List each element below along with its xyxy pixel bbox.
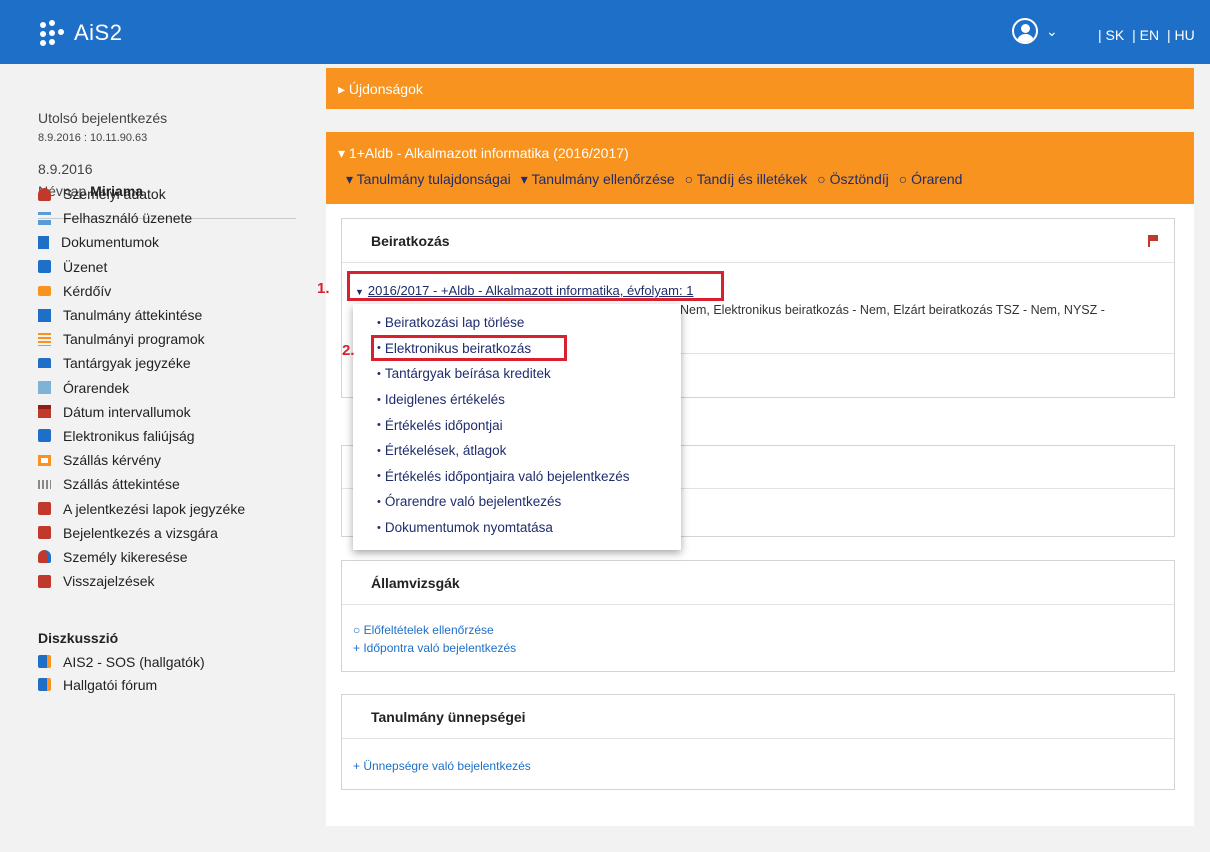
- org-chart-icon: [38, 211, 51, 225]
- menu-item-print-documents[interactable]: Dokumentumok nyomtatása: [353, 515, 681, 541]
- chat-icon: [38, 655, 51, 668]
- list-icon: [38, 332, 51, 346]
- step-label-2: 2.: [342, 342, 355, 359]
- lang-hu[interactable]: | HU: [1167, 27, 1195, 43]
- last-login-label: Utolsó bejelentkezés: [38, 110, 168, 126]
- person-search-icon: [38, 550, 51, 564]
- ceremonies-title: Tanulmány ünnepségei: [342, 695, 1174, 739]
- prerequisites-check-link[interactable]: ○ Előfeltételek ellenőrzése: [353, 623, 494, 637]
- course-title[interactable]: ▾ 1+Aldb - Alkalmazott informatika (2016…: [338, 145, 629, 162]
- app-name: AiS2: [74, 20, 123, 45]
- discussion-title: Diszkusszió: [38, 630, 119, 646]
- highlight-box-electronic-enrollment: [371, 335, 567, 361]
- menu-item-temporary-evaluation[interactable]: Ideiglenes értékelés: [353, 387, 681, 413]
- language-switcher: | SK | EN | HU: [1096, 27, 1197, 43]
- study-info-text: Nem, Elektronikus beiratkozás - Nem, Elz…: [680, 303, 1105, 317]
- sidebar-item-message[interactable]: Üzenet: [38, 255, 245, 279]
- sidebar-item-user-message[interactable]: Felhasználó üzenete: [38, 206, 245, 230]
- timetable-icon: [38, 381, 51, 395]
- sidebar-item-timetables[interactable]: Órarendek: [38, 376, 245, 400]
- books-icon: [38, 358, 51, 369]
- sidebar-item-application-forms[interactable]: A jelentkezési lapok jegyzéke: [38, 496, 245, 520]
- lang-en[interactable]: | EN: [1132, 27, 1159, 43]
- book-icon: [38, 308, 51, 322]
- user-menu[interactable]: ⌄: [1012, 18, 1058, 44]
- person-icon: [38, 187, 51, 201]
- calendar-icon: [38, 405, 51, 419]
- discussion-list: AIS2 - SOS (hallgatók) Hallgatói fórum: [38, 650, 205, 696]
- lang-sk[interactable]: | SK: [1098, 27, 1124, 43]
- tab-scholarship[interactable]: ○ Ösztöndíj: [817, 171, 888, 188]
- discussion-item-forum[interactable]: Hallgatói fórum: [38, 673, 205, 696]
- e-board-icon: [38, 429, 51, 443]
- document-icon: [38, 235, 49, 249]
- grid-icon: [38, 479, 51, 489]
- ceremonies-card: Tanulmány ünnepségei + Ünnepségre való b…: [341, 694, 1175, 790]
- menu-item-evaluation-date-registration[interactable]: Értékelés időpontjaira való bejelentkezé…: [353, 464, 681, 490]
- menu-item-evaluation-dates[interactable]: Értékelés időpontjai: [353, 412, 681, 438]
- sidebar-item-date-intervals[interactable]: Dátum intervallumok: [38, 400, 245, 424]
- appointment-registration-link[interactable]: + Időpontra való bejelentkezés: [353, 641, 516, 655]
- message-icon: [38, 260, 51, 274]
- tab-study-properties[interactable]: ▾ Tanulmány tulajdonságai: [346, 171, 511, 188]
- step-label-1: 1.: [317, 280, 330, 297]
- tab-timetable[interactable]: ○ Órarend: [899, 171, 963, 188]
- state-exams-card: Államvizsgák ○ Előfeltételek ellenőrzése…: [341, 560, 1175, 672]
- user-avatar-icon: [1012, 18, 1038, 44]
- sidebar-item-feedback[interactable]: Visszajelzések: [38, 569, 245, 593]
- menu-item-course-credits[interactable]: Tantárgyak beírása kreditek: [353, 361, 681, 387]
- sidebar-item-study-programs[interactable]: Tanulmányi programok: [38, 327, 245, 351]
- enrollment-title: Beiratkozás: [342, 219, 1174, 263]
- sidebar-item-person-search[interactable]: Személy kikeresése: [38, 545, 245, 569]
- logo-dots-icon: [38, 18, 68, 48]
- briefcase-icon: [38, 285, 51, 296]
- discussion-item-sos[interactable]: AIS2 - SOS (hallgatók): [38, 650, 205, 673]
- sidebar-item-courses-list[interactable]: Tantárgyak jegyzéke: [38, 351, 245, 375]
- sidebar-item-accommodation-overview[interactable]: Szállás áttekintése: [38, 472, 245, 496]
- last-login-time: 8.9.2016 : 10.11.90.63: [38, 132, 148, 144]
- ceremony-registration-link[interactable]: + Ünnepségre való bejelentkezés: [353, 759, 531, 773]
- current-date: 8.9.2016: [38, 161, 93, 177]
- sidebar-item-study-overview[interactable]: Tanulmány áttekintése: [38, 303, 245, 327]
- sidebar-item-documents[interactable]: Dokumentumok: [38, 230, 245, 254]
- app-logo[interactable]: AiS2: [38, 18, 122, 48]
- flag-icon[interactable]: [1148, 235, 1158, 247]
- sidebar-item-accommodation-request[interactable]: Szállás kérvény: [38, 448, 245, 472]
- feedback-icon: [38, 574, 51, 588]
- monitor-icon: [38, 454, 51, 466]
- sidebar-menu: Személyi adatok Felhasználó üzenete Doku…: [38, 182, 245, 593]
- form-icon: [38, 502, 51, 516]
- exam-icon: [38, 526, 51, 540]
- tab-study-check[interactable]: ▾ Tanulmány ellenőrzése: [521, 171, 675, 188]
- top-bar: AiS2 ⌄ | SK | EN | HU: [0, 0, 1210, 64]
- menu-item-delete-enrollment-form[interactable]: Beiratkozási lap törlése: [353, 310, 681, 336]
- menu-item-evaluations-averages[interactable]: Értékelések, átlagok: [353, 438, 681, 464]
- tab-tuition-fees[interactable]: ○ Tandíj és illetékek: [685, 171, 808, 188]
- sidebar-item-e-board[interactable]: Elektronikus faliújság: [38, 424, 245, 448]
- news-bar[interactable]: ▸ Újdonságok: [326, 68, 1194, 109]
- chat-icon: [38, 678, 51, 691]
- menu-item-timetable-registration[interactable]: Órarendre való bejelentkezés: [353, 489, 681, 515]
- course-links: ▾ Tanulmány tulajdonságai ▾ Tanulmány el…: [346, 171, 972, 188]
- highlight-box-study-link: [347, 271, 724, 301]
- chevron-down-icon: ⌄: [1046, 22, 1058, 39]
- sidebar-item-exam-registration[interactable]: Bejelentkezés a vizsgára: [38, 521, 245, 545]
- state-exams-title: Államvizsgák: [342, 561, 1174, 605]
- sidebar-item-questionnaire[interactable]: Kérdőív: [38, 279, 245, 303]
- course-bar: ▾ 1+Aldb - Alkalmazott informatika (2016…: [326, 132, 1194, 204]
- sidebar-item-personal-data[interactable]: Személyi adatok: [38, 182, 245, 206]
